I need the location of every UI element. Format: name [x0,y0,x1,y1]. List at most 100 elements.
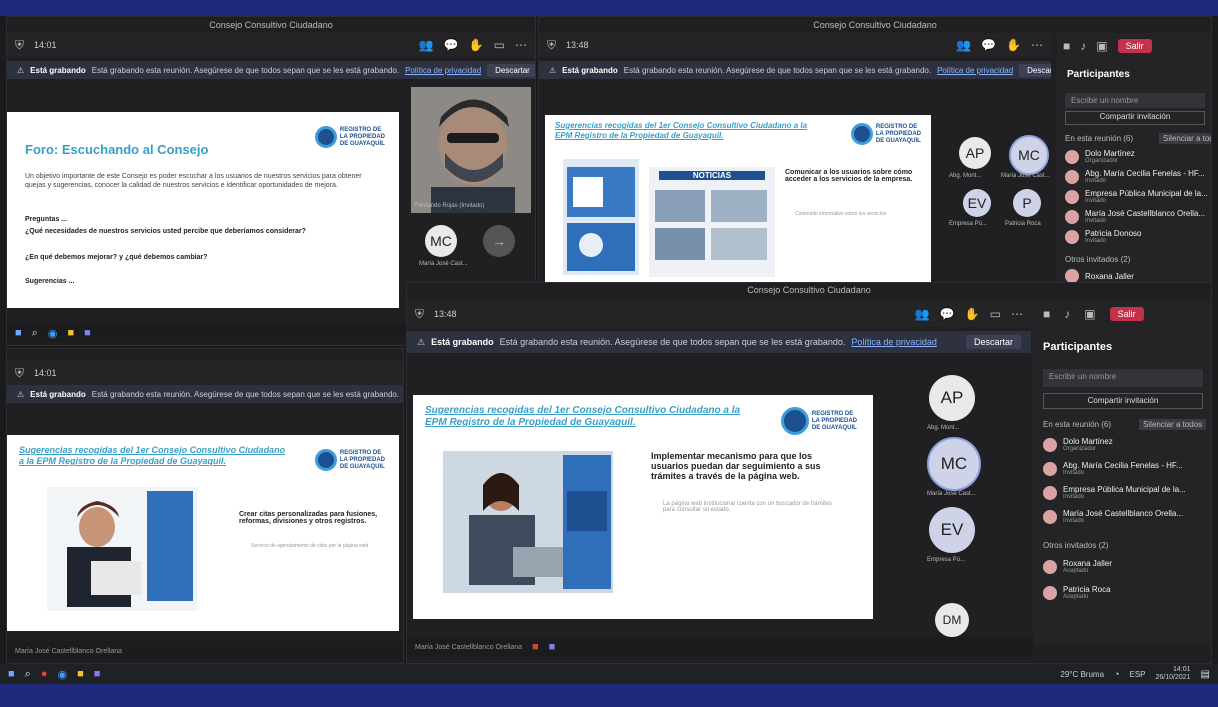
meeting-toolbar: ⛨ 14:01 [7,361,403,385]
teams-icon[interactable]: ■ [84,327,91,339]
participant-avatar-ev[interactable]: EV [929,507,975,553]
participant-search-input[interactable]: Escribir un nombre [1065,93,1205,108]
weather-text[interactable]: 29°C Bruma [1060,670,1104,679]
avatar-label: Empresa Pú... [927,557,966,563]
news-label: NOTICIAS [659,171,765,180]
warning-icon: ⚠ [417,336,426,347]
avatar-label: Abg. Mont... [927,425,960,431]
dismiss-button[interactable]: Descartar [965,335,1021,349]
registro-logo: REGISTRO DE LA PROPIEDAD DE GUAYAQUIL [314,126,385,148]
slide-bullet: Crear citas personalizadas para fusiones… [239,511,378,525]
leave-button[interactable]: Salir [1109,307,1144,321]
share-invite-button[interactable]: Compartir invitación [1043,393,1203,409]
presenter-name: María José Castellblanco Orellana [415,643,522,651]
teams-window-top-right: Consejo Consultivo Ciudadano ⛨ 13:48 👥 💬… [538,16,1212,294]
dismiss-button[interactable]: Descartar [487,63,535,77]
participant-row[interactable]: María José Castellblanco Orella... Invita… [1043,509,1183,524]
participant-row[interactable]: María José Castellblanco Orella... Invita… [1065,209,1205,224]
participants-icon[interactable]: 👥 [915,307,930,321]
reactions-icon[interactable]: ✋ [965,307,980,321]
participant-avatar[interactable]: MC [425,225,457,257]
share-icon[interactable]: ▣ [1084,307,1095,321]
leave-button[interactable]: Salir [1117,39,1152,53]
participant-row[interactable]: Dolo Martínez Organizador [1043,437,1113,452]
participant-row[interactable]: Patricia Roca Aceptado [1043,585,1111,600]
rooms-icon[interactable]: ▭ [990,307,1001,321]
participants-icon[interactable]: 👥 [956,38,971,52]
chat-icon[interactable]: 💬 [444,38,459,52]
language-text[interactable]: ESP [1129,670,1145,679]
participant-row[interactable]: Patricia Donoso Invitado [1065,229,1141,244]
mic-icon[interactable]: ♪ [1080,39,1086,53]
participant-avatar-ap[interactable]: AP [959,137,991,169]
participant-row[interactable]: Abg. María Cecilia Fenelas - HF... Invita… [1043,461,1183,476]
participant-avatar-ap[interactable]: AP [929,375,975,421]
windows-icon[interactable]: ■ [8,668,15,680]
arrow-avatar[interactable]: → [483,225,515,257]
windows-icon[interactable]: ■ [15,327,22,339]
mute-all-button[interactable]: Silenciar a todos [1139,419,1207,430]
participant-search-input[interactable]: Escribir un nombre [1043,369,1203,387]
avatar-label: María José Cast... [927,491,976,497]
privacy-link[interactable]: Política de privacidad [851,337,937,347]
recording-banner: ⚠ Está grabando Está grabando esta reuni… [539,61,1051,79]
teams-icon[interactable]: ■ [549,641,556,653]
registro-logo: REGISTRO DE LA PROPIEDAD DE GUAYAQUIL [850,123,921,145]
rooms-icon[interactable]: ▭ [494,38,505,52]
share-invite-button[interactable]: Compartir invitación [1065,111,1205,125]
participant-row[interactable]: Roxana Jaller [1065,269,1134,283]
edge-icon[interactable]: ◉ [57,668,67,681]
notification-icon[interactable]: ▤ [1201,669,1210,680]
slide-title: Sugerencias recogidas del 1er Consejo Co… [425,405,741,428]
participant-row[interactable]: Empresa Pública Municipal de la... Invita… [1065,189,1208,204]
clock[interactable]: 14:01 26/10/2021 [1156,666,1191,682]
reactions-icon[interactable]: ✋ [1006,38,1021,52]
teams-icon[interactable]: ■ [94,668,101,680]
chat-icon[interactable]: 💬 [940,307,955,321]
banner-text: Está grabando esta reunión. Asegúrese de… [91,389,400,399]
participant-row[interactable]: Empresa Pública Municipal de la... Invita… [1043,485,1186,500]
search-icon[interactable]: ⌕ [25,668,31,681]
slide-title: Foro: Escuchando al Consejo [25,142,209,157]
participant-avatar-mc[interactable]: MC [1009,135,1049,175]
teams-window-bottom-right: Consejo Consultivo Ciudadano ⛨ 13:48 👥 💬… [406,282,1212,664]
meeting-toolbar: ⛨ 13:48 👥 💬 ✋ ▭ ⋯ [407,301,1031,327]
avatar-label: Empresa Pú... [949,221,988,227]
camera-icon[interactable]: ■ [1043,307,1050,321]
participant-row[interactable]: Abg. María Cecilia Fenelas - HF... Invita… [1065,169,1205,184]
folder-icon[interactable]: ■ [67,327,74,339]
participant-row[interactable]: Dolo Martínez Organizador [1065,149,1135,164]
mic-icon[interactable]: ♪ [1064,307,1070,321]
chrome-icon[interactable]: ● [41,668,48,680]
shared-slide-seguimiento: Sugerencias recogidas del 1er Consejo Co… [413,395,873,619]
more-icon[interactable]: ⋯ [1011,307,1023,321]
more-icon[interactable]: ⋯ [515,38,527,52]
search-icon[interactable]: ⌕ [32,327,38,340]
participant-avatar-p[interactable]: P [1013,189,1041,217]
participant-row[interactable]: Roxana Jaller Aceptado [1043,559,1112,574]
avatar-label: Patricia Roca [1005,221,1041,227]
dismiss-button[interactable]: Descartar [1019,63,1051,77]
wifi-icon[interactable]: ◔ [1114,669,1119,679]
participant-avatar-mc[interactable]: MC [927,437,981,491]
edge-icon[interactable]: ◉ [48,327,58,340]
recording-banner: ⚠ Está grabando Está grabando esta reuni… [7,385,403,403]
window-title: Consejo Consultivo Ciudadano [539,17,1211,33]
meeting-toolbar: ⛨ 13:48 👥 💬 ✋ ⋯ [539,33,1051,57]
reactions-icon[interactable]: ✋ [469,38,484,52]
more-icon[interactable]: ⋯ [1031,38,1043,52]
banner-text: Está grabando esta reunión. Asegúrese de… [91,65,400,75]
participant-avatar-dm[interactable]: DM [935,603,969,637]
folder-icon[interactable]: ■ [77,668,84,680]
mute-all-button[interactable]: Silenciar a todos [1159,133,1211,144]
participant-avatar-ev[interactable]: EV [963,189,991,217]
privacy-link[interactable]: Política de privacidad [405,66,481,75]
chat-icon[interactable]: 💬 [981,38,996,52]
ppt-icon[interactable]: ■ [532,641,539,653]
share-icon[interactable]: ▣ [1096,39,1107,53]
privacy-link[interactable]: Política de privacidad [937,66,1013,75]
camera-icon[interactable]: ■ [1063,39,1070,53]
promo-image [47,487,197,611]
participants-icon[interactable]: 👥 [419,38,434,52]
presenter-bar: María José Castellblanco Orellana ■ ■ [407,637,1033,657]
